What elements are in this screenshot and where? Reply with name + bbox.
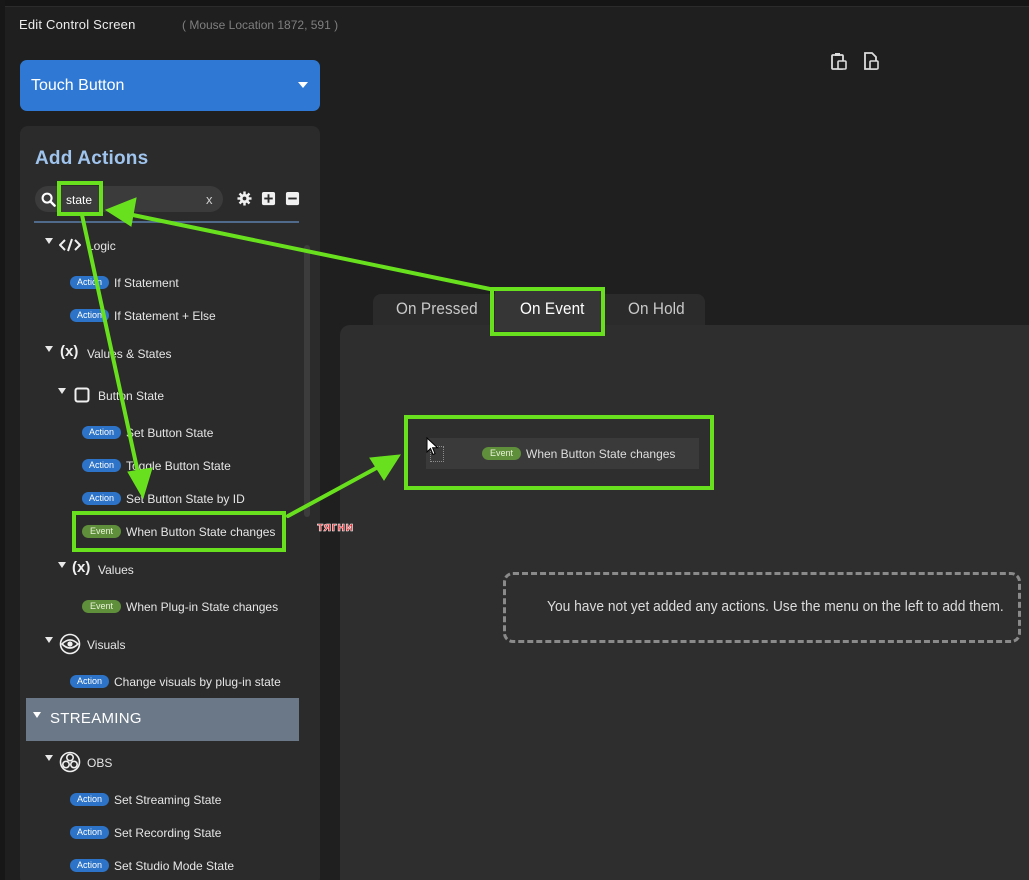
streaming-expand-icon[interactable] [33,712,41,718]
tree-item-set-recording-state[interactable]: Set Recording State [114,826,221,840]
tree-item-toggle-button-state[interactable]: Toggle Button State [126,459,231,473]
empty-actions-message: You have not yet added any actions. Use … [547,598,1004,615]
search-clear-button[interactable]: x [206,192,213,207]
paste-alt-icon[interactable] [862,52,880,70]
action-badge: Action [82,459,121,472]
action-badge: Action [70,859,109,872]
gear-icon[interactable] [237,191,252,206]
control-type-dropdown[interactable]: Touch Button [20,60,320,111]
mouse-location-readout: ( Mouse Location 1872, 591 ) [182,18,339,32]
values-expand-icon[interactable] [58,562,66,568]
tree-item-when-plugin-state-changes[interactable]: When Plug-in State changes [126,600,278,614]
search-icon [41,192,56,207]
action-badge: Action [70,309,109,322]
eye-icon [59,633,81,655]
tree-item-if-statement[interactable]: If Statement [114,276,179,290]
paste-icon[interactable] [830,52,848,70]
highlight-event-item [72,511,286,552]
window-title: Edit Control Screen [19,17,136,32]
highlight-on-event-tab [490,287,605,336]
tab-on-pressed[interactable]: On Pressed [396,299,478,319]
values-states-expand-icon[interactable] [45,346,53,352]
tree-group-values-states[interactable]: Values & States [87,347,172,361]
collapse-all-icon[interactable] [285,191,300,206]
highlight-drop-target [404,415,714,490]
expand-all-icon[interactable] [261,191,276,206]
window-top-line [0,6,1029,7]
event-badge: Event [82,600,121,613]
tree-group-obs[interactable]: OBS [87,756,112,770]
drag-hint-label: тягни [317,519,354,535]
visuals-expand-icon[interactable] [45,637,53,643]
tree-group-logic[interactable]: Logic [87,239,116,253]
tree-item-set-button-state[interactable]: Set Button State [126,426,213,440]
action-badge: Action [70,276,109,289]
checkbox-icon [74,387,90,403]
tree-item-if-statement-else[interactable]: If Statement + Else [114,309,216,323]
actions-scrollbar[interactable] [304,245,310,517]
action-badge: Action [70,675,109,688]
control-type-value: Touch Button [31,76,125,94]
window-left-frame [0,0,5,880]
action-badge: Action [70,826,109,839]
tab-on-hold[interactable]: On Hold [628,299,685,319]
code-icon [59,238,81,252]
search-underline [34,221,299,223]
obs-expand-icon[interactable] [45,755,53,761]
highlight-search-value [57,181,103,216]
variable-icon: (x) [72,559,91,576]
logic-expand-icon[interactable] [45,238,53,244]
chevron-down-icon [298,82,308,88]
obs-icon [59,751,81,773]
section-streaming-label: STREAMING [50,710,142,727]
action-badge: Action [82,492,121,505]
tree-group-visuals[interactable]: Visuals [87,638,125,652]
tree-item-set-studio-mode-state[interactable]: Set Studio Mode State [114,859,234,873]
add-actions-title: Add Actions [35,148,149,169]
action-badge: Action [70,793,109,806]
button-state-expand-icon[interactable] [58,388,66,394]
tree-group-button-state[interactable]: Button State [98,389,164,403]
tree-item-change-visuals[interactable]: Change visuals by plug-in state [114,675,281,689]
action-badge: Action [82,426,121,439]
tree-item-set-streaming-state[interactable]: Set Streaming State [114,793,221,807]
tree-item-set-button-state-by-id[interactable]: Set Button State by ID [126,492,245,506]
tree-group-values[interactable]: Values [98,563,134,577]
variable-icon: (x) [60,343,79,360]
